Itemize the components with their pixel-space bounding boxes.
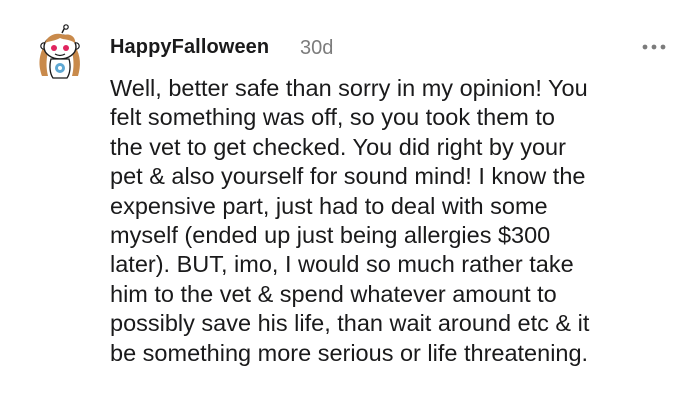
comment-author[interactable]: HappyFalloween xyxy=(110,36,269,59)
comment-body-line: him to the vet & spend whatever amount t… xyxy=(110,280,557,307)
comment-body-line: the vet to get checked. You did right by… xyxy=(110,133,566,160)
avatar[interactable] xyxy=(34,24,86,80)
comment-body-line: be something more serious or life threat… xyxy=(110,339,589,366)
comment-body-line: expensive part, just had to deal with so… xyxy=(110,192,548,219)
comment-body-line: felt something was off, so you took them… xyxy=(110,104,555,131)
more-horizontal-icon xyxy=(642,44,666,50)
comment-body-line: later). BUT, imo, I would so much rather… xyxy=(110,251,574,278)
comment-body-line: possibly save his life, than wait around… xyxy=(110,310,590,337)
comment-body-line: myself (ended up just being allergies $3… xyxy=(110,222,551,249)
snoo-avatar-icon xyxy=(39,24,80,79)
comment-body: Well, better safe than sorry in my opini… xyxy=(110,74,680,368)
more-options-button[interactable] xyxy=(636,34,672,60)
comment-body-line: Well, better safe than sorry in my opini… xyxy=(110,75,588,101)
comment-body-line: pet & also yourself for sound mind! I kn… xyxy=(110,163,586,190)
comment: HappyFalloween 30d Well, better safe tha… xyxy=(0,0,700,404)
comment-timestamp: 30d xyxy=(300,37,334,59)
